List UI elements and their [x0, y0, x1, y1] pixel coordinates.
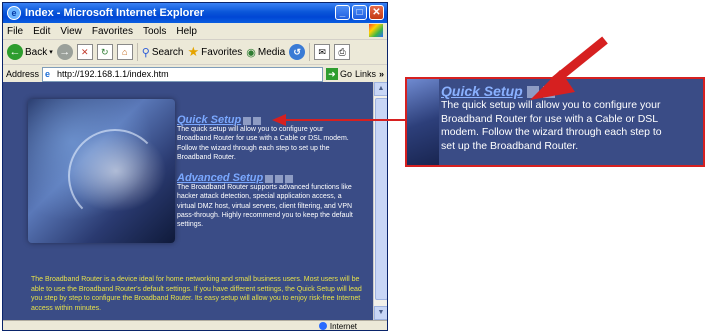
annotation-arrows: [272, 36, 608, 126]
connector-arrowhead: [272, 114, 286, 126]
